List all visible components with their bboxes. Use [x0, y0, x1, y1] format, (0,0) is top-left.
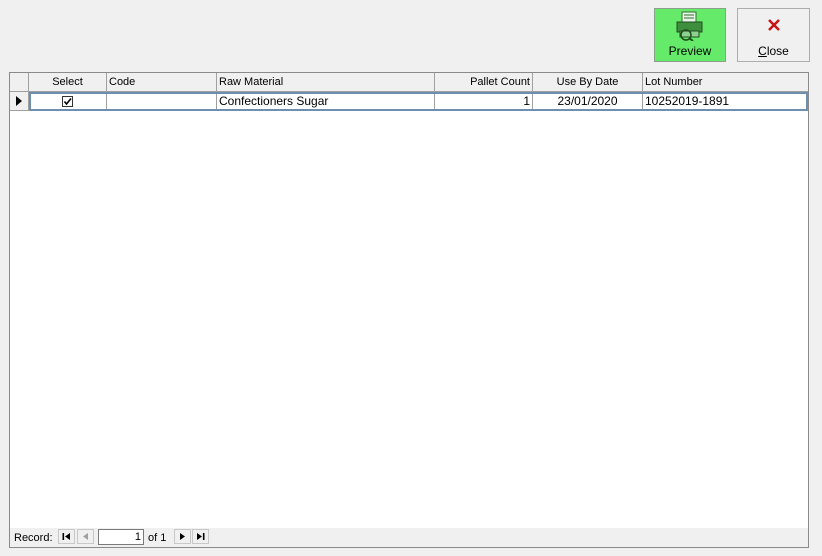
data-grid[interactable]: Select Code Raw Material Pallet Count Us… [9, 72, 809, 548]
first-record-icon [62, 533, 70, 540]
close-label: Close [758, 44, 789, 58]
col-header-pallet-count[interactable]: Pallet Count [435, 73, 533, 91]
record-selector[interactable] [10, 92, 29, 110]
select-cell[interactable] [29, 92, 107, 110]
col-header-use-by-date[interactable]: Use By Date [533, 73, 643, 91]
red-x-icon [767, 18, 781, 35]
last-record-icon [197, 533, 205, 540]
last-record-button[interactable] [192, 529, 209, 544]
raw-material-cell[interactable]: Confectioners Sugar [217, 92, 435, 110]
table-row[interactable]: Confectioners Sugar 1 23/01/2020 1025201… [10, 92, 808, 111]
current-record-arrow-icon [16, 96, 22, 106]
next-record-icon [180, 533, 185, 540]
record-selector-header [10, 73, 29, 91]
next-record-button[interactable] [174, 529, 191, 544]
printer-preview-icon [674, 11, 706, 44]
current-record-input[interactable]: 1 [98, 529, 144, 545]
col-header-select[interactable]: Select [29, 73, 107, 91]
record-count: of 1 [148, 532, 167, 544]
col-header-raw-material[interactable]: Raw Material [217, 73, 435, 91]
col-header-lot-number[interactable]: Lot Number [643, 73, 808, 91]
preview-label: Preview [668, 44, 712, 58]
pallet-count-cell[interactable]: 1 [435, 92, 533, 110]
previous-record-button[interactable] [77, 529, 94, 544]
select-checkbox[interactable] [62, 96, 73, 107]
preview-button[interactable]: Preview [654, 8, 726, 62]
first-record-button[interactable] [58, 529, 75, 544]
lot-number-cell[interactable]: 10252019-1891 [643, 92, 808, 110]
col-header-code[interactable]: Code [107, 73, 217, 91]
record-label: Record: [14, 532, 53, 544]
close-button[interactable]: Close [737, 8, 810, 62]
record-navigator: Record: 1 of 1 [10, 528, 808, 547]
grid-header: Select Code Raw Material Pallet Count Us… [10, 73, 808, 92]
previous-record-icon [83, 533, 88, 540]
code-cell[interactable] [107, 92, 217, 110]
checkmark-icon [63, 97, 72, 106]
use-by-date-cell[interactable]: 23/01/2020 [533, 92, 643, 110]
close-access-key: C [758, 44, 767, 58]
